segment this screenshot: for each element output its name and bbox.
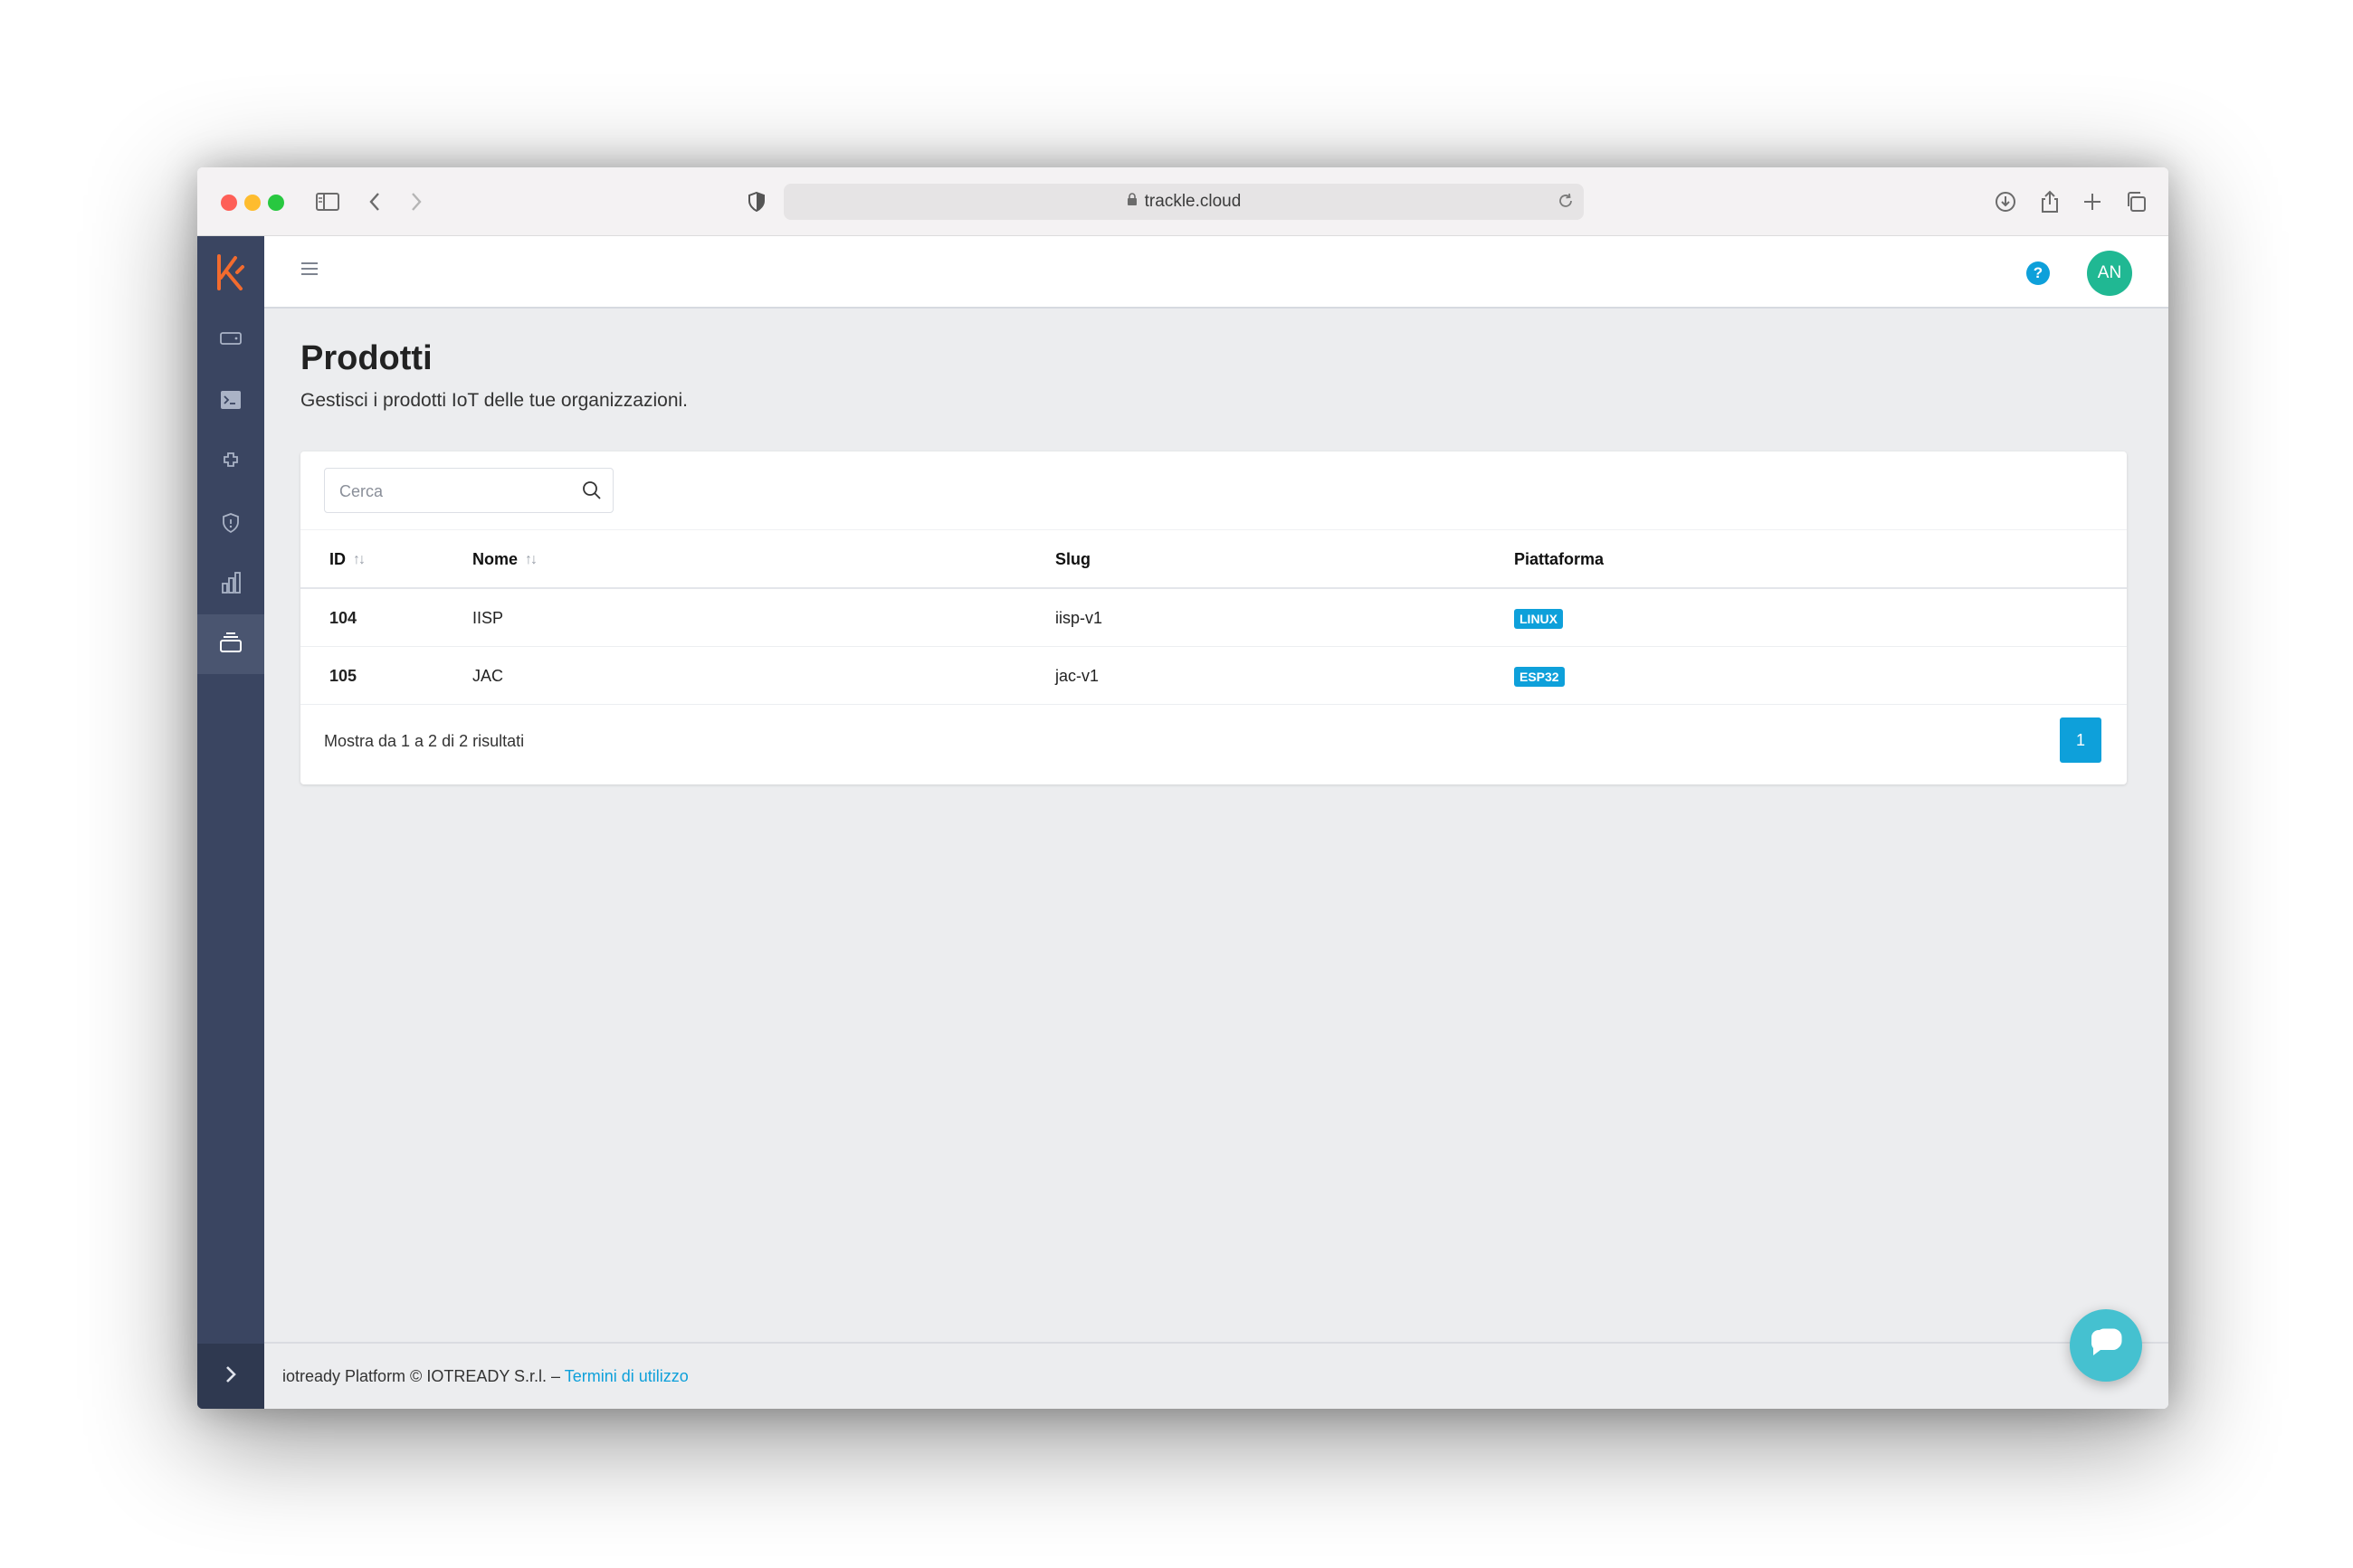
sidebar-item-devices[interactable] — [197, 310, 264, 370]
row-slug: jac-v1 — [1055, 667, 1100, 685]
copyright-text: iotready Platform © IOTREADY S.r.l. – — [282, 1367, 565, 1385]
maximize-window-button[interactable] — [268, 195, 284, 211]
app-header: ? AN — [264, 236, 2168, 309]
terms-link[interactable]: Termini di utilizzo — [565, 1367, 689, 1385]
sort-icon[interactable]: ↑↓ — [525, 552, 538, 568]
column-header-platform: Piattaforma — [1514, 550, 1605, 568]
sidebar-item-analytics[interactable] — [197, 555, 264, 614]
address-bar[interactable]: trackle.cloud — [784, 184, 1584, 220]
row-name[interactable]: IISP — [472, 609, 503, 628]
sidebar-item-integrations[interactable] — [197, 433, 264, 493]
shield-icon — [221, 512, 241, 538]
products-card: ID ↑↓ Nome ↑↓ Slug Piattaforma 104 IISP … — [300, 451, 2127, 784]
platform-badge: LINUX — [1514, 609, 1563, 629]
table-header: ID ↑↓ Nome ↑↓ Slug Piattaforma — [300, 529, 2127, 589]
table-row[interactable]: 105 JAC jac-v1 ESP32 — [300, 647, 2127, 705]
privacy-shield-icon[interactable] — [738, 184, 775, 220]
close-window-button[interactable] — [221, 195, 237, 211]
sidebar-expand-button[interactable] — [197, 1344, 264, 1409]
platform-badge: ESP32 — [1514, 667, 1565, 687]
footer-text: iotready Platform © IOTREADY S.r.l. – Te… — [282, 1367, 689, 1386]
url-text: trackle.cloud — [1144, 192, 1242, 211]
page-title: Prodotti — [300, 339, 433, 377]
back-icon[interactable] — [357, 184, 393, 220]
column-header-slug: Slug — [1055, 550, 1091, 568]
sidebar-item-console[interactable] — [197, 372, 264, 432]
minimize-window-button[interactable] — [244, 195, 261, 211]
results-summary: Mostra da 1 a 2 di 2 risultati — [324, 732, 525, 750]
sidebar-toggle-icon[interactable] — [310, 184, 346, 220]
app-footer: iotready Platform © IOTREADY S.r.l. – Te… — [264, 1342, 2168, 1409]
page-subtitle: Gestisci i prodotti IoT delle tue organi… — [300, 390, 688, 411]
row-id: 105 — [329, 667, 357, 685]
lock-icon — [1127, 192, 1138, 212]
sort-icon[interactable]: ↑↓ — [353, 552, 366, 568]
trackle-logo[interactable] — [197, 236, 264, 309]
new-tab-icon[interactable] — [2074, 184, 2110, 220]
plugin-icon — [220, 451, 242, 477]
chat-icon — [2088, 1326, 2124, 1365]
help-icon[interactable]: ? — [2026, 261, 2050, 285]
search-box — [324, 468, 614, 513]
column-header-name[interactable]: Nome ↑↓ — [472, 550, 538, 569]
forward-icon[interactable] — [398, 184, 434, 220]
chat-widget-button[interactable] — [2070, 1309, 2142, 1382]
sidebar-item-security[interactable] — [197, 495, 264, 555]
menu-icon[interactable] — [300, 261, 326, 283]
chevron-right-icon — [224, 1365, 237, 1388]
device-icon — [220, 331, 242, 350]
avatar[interactable]: AN — [2087, 251, 2132, 296]
share-icon[interactable] — [2032, 184, 2068, 220]
tab-overview-icon[interactable] — [2118, 184, 2154, 220]
products-icon — [219, 632, 243, 658]
row-slug: iisp-v1 — [1055, 609, 1103, 627]
terminal-icon — [220, 390, 242, 414]
row-id: 104 — [329, 609, 357, 627]
browser-window: trackle.cloud ? AN Prodotti Gestisci i p… — [197, 167, 2168, 1409]
reload-icon[interactable] — [1557, 191, 1575, 216]
search-icon[interactable] — [582, 480, 602, 505]
analytics-icon — [220, 571, 242, 599]
download-icon[interactable] — [1987, 184, 2024, 220]
column-header-id[interactable]: ID ↑↓ — [329, 550, 366, 569]
sidebar — [197, 236, 264, 1409]
browser-toolbar: trackle.cloud — [197, 167, 2168, 236]
table-row[interactable]: 104 IISP iisp-v1 LINUX — [300, 589, 2127, 647]
sidebar-item-products[interactable] — [197, 614, 264, 674]
search-input[interactable] — [339, 480, 575, 503]
pagination-page-button[interactable]: 1 — [2060, 717, 2101, 763]
row-name[interactable]: JAC — [472, 667, 503, 686]
